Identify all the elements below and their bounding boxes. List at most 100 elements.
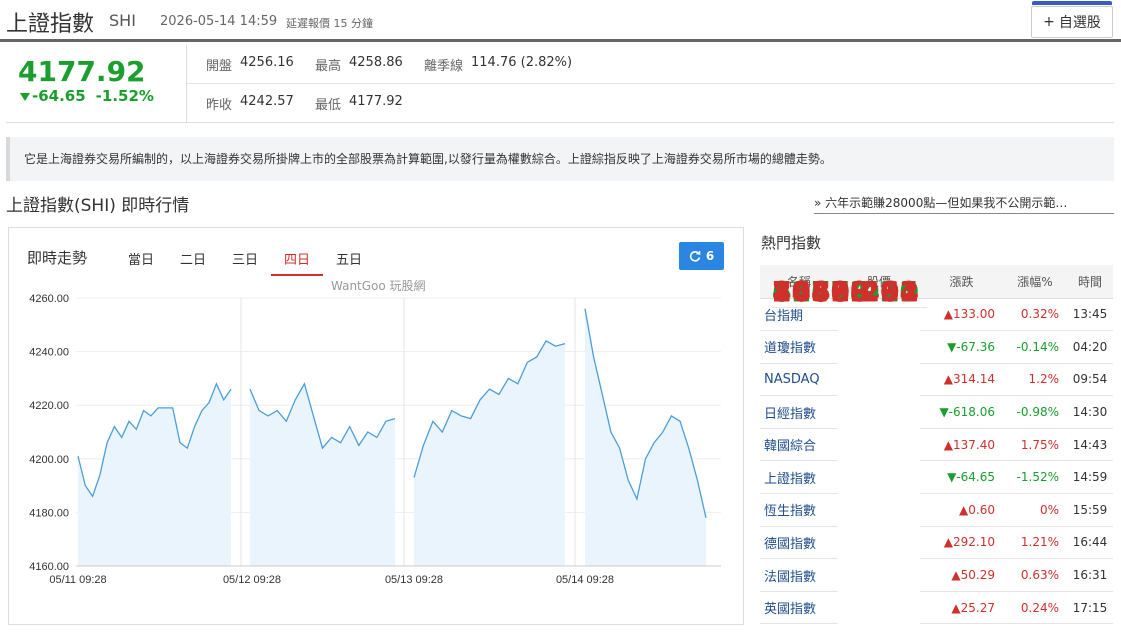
index-time: 14:30	[1067, 395, 1113, 429]
index-change: ▼-67.36	[920, 330, 1003, 364]
series-area-05/13	[414, 340, 565, 566]
index-price: 10350.62	[772, 275, 928, 308]
price-change: -64.65 -1.52%	[20, 87, 154, 105]
change-percent: -1.52%	[95, 87, 154, 105]
index-time: 14:59	[1067, 460, 1113, 495]
table-row[interactable]: 法國指數 8058.26 ▲50.29 0.63% 16:31	[760, 275, 1113, 592]
current-price: 4177.92	[18, 55, 146, 88]
index-name[interactable]: 恆生指數	[760, 493, 838, 527]
index-change: ▼-618.06	[920, 395, 1003, 429]
index-change: ▼-64.65	[920, 460, 1003, 495]
price-chart: 4260.00 4240.00 4220.00 4200.00 4180.00 4160.…	[29, 293, 721, 586]
index-time: 16:44	[1067, 526, 1113, 560]
index-time: 16:31	[1067, 558, 1113, 592]
index-name[interactable]: NASDAQ	[760, 363, 838, 397]
table-row[interactable]: 德國指數 24428.91 ▲292.10 1.21% 16:44	[760, 275, 1113, 560]
x-tick-label: 05/12 09:28	[223, 574, 281, 586]
stats-row-2: 昨收 4242.57 最低 4177.92	[187, 84, 1114, 123]
stat-low: 最低 4177.92	[315, 94, 403, 113]
page-title: 上證指數	[6, 12, 95, 37]
tab-1-day[interactable]: 當日	[115, 245, 167, 276]
index-change: ▲50.29	[920, 558, 1003, 592]
series-area-05/12	[250, 383, 395, 566]
refresh-count: 6	[705, 249, 715, 263]
change-value: -64.65	[32, 87, 86, 105]
index-percent: 1.21%	[1003, 526, 1067, 560]
index-percent: 0%	[1003, 493, 1067, 527]
index-change: ▲137.40	[920, 428, 1003, 462]
index-percent: 1.75%	[1003, 428, 1067, 462]
y-tick-label: 4220.00	[29, 400, 69, 412]
index-time: 04:20	[1067, 330, 1113, 364]
down-arrow-icon	[20, 93, 30, 101]
index-name[interactable]: 德國指數	[760, 526, 838, 560]
chart-panel: 即時走勢 當日 二日 三日 四日 五日 6 WantGoo 玩股網 4260.0…	[8, 227, 744, 625]
table-row[interactable]: 日經指數 62654.05 ▼-618.06 -0.98% 14:30	[760, 275, 1113, 429]
add-watchlist-button[interactable]: + 自選股	[1031, 1, 1113, 38]
stat-high: 最高 4258.86	[315, 54, 403, 74]
x-tick-label: 05/13 09:28	[385, 574, 443, 586]
price-box: 4177.92 -64.65 -1.52%	[6, 45, 187, 123]
table-row[interactable]: 韓國綜合 7981.41 ▲137.40 1.75% 14:43	[760, 275, 1113, 462]
index-name[interactable]: 上證指數	[760, 460, 838, 495]
plus-icon: +	[1043, 14, 1055, 30]
index-percent: 1.2%	[1003, 363, 1067, 397]
index-description: 它是上海證券交易所編制的，以上海證券交易所掛牌上市的全部股票為計算範圍,以發行量…	[6, 137, 1114, 181]
index-time: 15:59	[1067, 493, 1113, 527]
index-time: 17:15	[1067, 591, 1113, 625]
index-percent: -0.14%	[1003, 330, 1067, 364]
stat-open: 開盤 4256.16	[206, 54, 294, 74]
index-change: ▲133.00	[920, 298, 1003, 332]
y-tick-label: 4240.00	[29, 347, 69, 359]
table-row[interactable]: NASDAQ 26402.34 ▲314.14 1.2% 09:54	[760, 275, 1113, 397]
index-percent: 0.24%	[1003, 591, 1067, 625]
x-tick-label: 05/14 09:28	[556, 574, 614, 586]
section-title: 上證指數(SHI) 即時行情	[6, 196, 190, 216]
tab-4-day[interactable]: 四日	[271, 245, 323, 276]
col-change-header: 漲跌	[920, 265, 1003, 299]
y-tick-label: 4180.00	[29, 507, 69, 519]
stat-spread: 離季線 114.76 (2.82%)	[424, 54, 573, 74]
symbol-code: SHI	[109, 11, 136, 30]
x-tick-label: 05/11 09:28	[49, 574, 106, 586]
index-time: 14:43	[1067, 428, 1113, 462]
index-percent: -0.98%	[1003, 395, 1067, 429]
hot-indices-title: 熱門指數	[761, 234, 822, 252]
index-change: ▲292.10	[920, 526, 1003, 560]
stat-prev-close: 昨收 4242.57	[206, 94, 294, 113]
index-name[interactable]: 英國指數	[760, 591, 838, 625]
index-percent: 0.32%	[1003, 298, 1067, 332]
index-change: ▲0.60	[920, 493, 1003, 527]
table-row[interactable]: 恆生指數 26389.04 ▲0.60 0% 15:59	[760, 275, 1113, 527]
y-tick-label: 4160.00	[29, 561, 69, 573]
y-tick-label: 4260.00	[29, 293, 69, 305]
series-area-05/14	[585, 308, 706, 566]
tab-2-day[interactable]: 二日	[167, 245, 219, 276]
index-name[interactable]: 道瓊指數	[760, 330, 838, 364]
quote-datetime: 2026-05-14 14:59	[160, 14, 278, 29]
refresh-icon	[689, 251, 701, 262]
stats-row-1: 開盤 4256.16 最高 4258.86 離季線 114.76 (2.82%)	[187, 45, 1114, 84]
table-row[interactable]: 道瓊指數 49693.20 ▼-67.36 -0.14% 04:20	[760, 275, 1113, 364]
index-name[interactable]: 日經指數	[760, 395, 838, 429]
index-time: 13:45	[1067, 298, 1113, 332]
col-time-header: 時間	[1067, 265, 1113, 299]
index-time: 09:54	[1067, 363, 1113, 397]
table-row[interactable]: 上證指數 4177.92 ▼-64.65 -1.52% 14:59	[760, 275, 1113, 495]
table-row[interactable]: 英國指數 10350.62 ▲25.27 0.24% 17:15	[760, 275, 1113, 625]
news-link[interactable]: » 六年示範賺28000點—但如果我不公開示範…	[814, 194, 1114, 214]
tab-3-day[interactable]: 三日	[219, 245, 271, 276]
y-tick-label: 4200.00	[29, 454, 69, 466]
tab-5-day[interactable]: 五日	[323, 245, 375, 276]
index-name[interactable]: 法國指數	[760, 558, 838, 592]
range-tabs: 當日 二日 三日 四日 五日	[115, 245, 375, 276]
col-percent-header: 漲幅%	[1003, 265, 1067, 299]
index-percent: -1.52%	[1003, 460, 1067, 495]
page-header: 上證指數 SHI 2026-05-14 14:59 延遲報價 15 分鐘 + 自…	[0, 0, 1121, 42]
chart-label: 即時走勢	[27, 249, 88, 267]
index-change: ▲25.27	[920, 591, 1003, 625]
index-name[interactable]: 韓國綜合	[760, 428, 838, 462]
index-change: ▲314.14	[920, 363, 1003, 397]
hot-indices-table: 名稱 股價 漲跌 漲幅% 時間 台指期 41602.00 ▲133.00 0.32% 1…	[760, 265, 1113, 625]
refresh-button[interactable]: 6	[679, 242, 724, 270]
